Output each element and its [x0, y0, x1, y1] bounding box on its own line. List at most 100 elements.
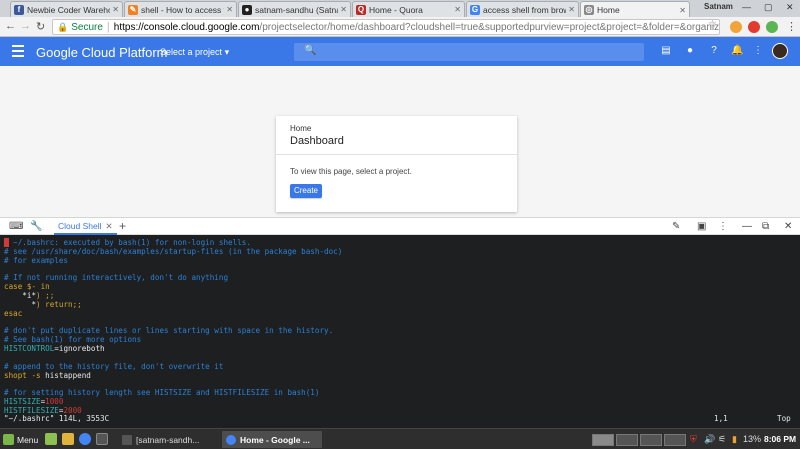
terminal-token: ~/.bashrc: executed by bash(1) for non-l… [8, 238, 251, 247]
minimize-icon[interactable]: — [742, 2, 751, 12]
tab-title: Newbie Coder Wareho [27, 4, 111, 15]
add-tab-icon[interactable]: + [119, 219, 126, 233]
terminal-window-icon [122, 434, 132, 445]
close-tab-icon[interactable]: ✕ [568, 5, 575, 14]
terminal[interactable]: █ ~/.bashrc: executed by bash(1) for non… [0, 235, 800, 428]
maximize-icon[interactable]: ▢ [764, 2, 773, 13]
breadcrumb[interactable]: Home [290, 124, 311, 133]
project-selector[interactable]: Select a project ▾ [160, 47, 229, 58]
extension-icon[interactable] [730, 21, 742, 33]
more-vert-icon[interactable]: ⋮ [718, 221, 728, 232]
close-shell-icon[interactable]: ✕ [784, 221, 792, 232]
terminal-token: shopt [4, 370, 27, 380]
terminal-launcher-icon[interactable] [96, 433, 108, 445]
tab-cloud-shell[interactable]: Cloud Shell ✕ [54, 218, 117, 235]
chrome-icon[interactable] [79, 433, 91, 445]
tab-title: Home - Quora [369, 4, 423, 15]
avatar[interactable] [772, 43, 788, 59]
browser-menu-icon[interactable]: ⋮ [786, 20, 797, 33]
browser-tab[interactable]: ◎ Home ✕ [580, 1, 690, 18]
terminal-token: # If not running interactively, don't do… [4, 273, 229, 283]
workspace-2[interactable] [616, 434, 638, 446]
close-tab-icon[interactable]: ✕ [454, 5, 461, 14]
battery-icon[interactable]: ▮ [732, 434, 737, 445]
web-preview-icon[interactable]: ▣ [697, 221, 706, 232]
browser-tab[interactable]: Gaccess shell from brow ✕ [466, 1, 579, 17]
alert-icon[interactable]: ● [684, 45, 696, 57]
tab-title: satnam-sandhu (Satnam [255, 4, 338, 15]
create-button[interactable]: Create [290, 184, 322, 198]
secure-label: Secure [71, 21, 103, 33]
back-icon[interactable]: ← [5, 20, 16, 32]
forward-icon[interactable]: → [20, 20, 31, 32]
select-project-message: To view this page, select a project. [290, 167, 412, 176]
minimize-panel-icon[interactable]: — [742, 221, 752, 232]
search-input[interactable]: 🔍 [294, 43, 644, 61]
browser-toolbar: ← → ↻ 🔒 Secure | https://console.cloud.g… [0, 17, 800, 37]
tab-label: Cloud Shell [58, 221, 102, 231]
tab-favicon-icon: ✎ [128, 4, 138, 15]
network-icon[interactable]: ⚟ [718, 434, 726, 445]
battery-percent: 13% [743, 434, 762, 444]
close-tab-icon[interactable]: ✕ [105, 221, 112, 231]
extension-icon[interactable] [766, 21, 778, 33]
close-tab-icon[interactable]: ✕ [226, 5, 233, 14]
terminal-token: # for setting history length see HISTSIZ… [4, 388, 320, 398]
close-tab-icon[interactable]: ✕ [340, 5, 347, 14]
browser-tab[interactable]: f Newbie Coder Wareho ✕ [10, 1, 123, 17]
vim-cursor-position: 1,1 [714, 414, 728, 423]
terminal-token: *i* [22, 291, 37, 301]
browser-tab[interactable]: Q Home - Quora ✕ [352, 1, 465, 17]
close-tab-icon[interactable]: ✕ [112, 5, 119, 14]
terminal-token: 1000 [45, 397, 64, 407]
shield-icon[interactable]: ⛨ [690, 434, 697, 445]
cloud-shell-icon[interactable]: ▤ [660, 45, 672, 57]
terminal-token: # for examples [4, 255, 69, 265]
window-user-name: Satnam [704, 2, 733, 11]
caret-down-icon: ▾ [224, 47, 230, 57]
tab-favicon-icon: G [470, 4, 480, 15]
taskbar-window-label: [satnam-sandh... [136, 434, 200, 445]
taskbar-window-button[interactable]: [satnam-sandh... [118, 431, 218, 448]
terminal-line: *) return;; [4, 300, 800, 310]
clock[interactable]: 8:06 PM [764, 434, 796, 444]
terminal-token: # don't put duplicate lines or lines sta… [4, 326, 334, 336]
terminal-token: # append to the history file, don't over… [4, 361, 224, 371]
terminal-line: # for setting history length see HISTSIZ… [4, 388, 800, 398]
workspace-3[interactable] [640, 434, 662, 446]
file-manager-icon[interactable] [62, 433, 74, 445]
extension-icon[interactable] [748, 21, 760, 33]
close-window-icon[interactable]: ✕ [786, 2, 794, 13]
edit-icon[interactable]: ✎ [672, 221, 680, 232]
close-tab-icon[interactable]: ✕ [679, 6, 686, 15]
hamburger-menu-icon[interactable] [12, 45, 24, 57]
tab-title: shell - How to access yo [141, 4, 225, 15]
workspace-1[interactable] [592, 434, 614, 446]
workspace-4[interactable] [664, 434, 686, 446]
more-vert-icon[interactable]: ⋮ [752, 45, 764, 57]
help-icon[interactable]: ? [708, 45, 720, 57]
wrench-icon[interactable]: 🔧 [30, 221, 42, 232]
browser-tab-strip: f Newbie Coder Wareho ✕ ✎ shell - How to acc… [0, 0, 800, 18]
address-bar[interactable]: 🔒 Secure | https://console.cloud.google.… [52, 19, 720, 35]
show-desktop-icon[interactable] [45, 433, 57, 445]
terminal-token: HISTSIZE [4, 397, 41, 407]
gcp-product-title[interactable]: Google Cloud Platform [36, 45, 168, 60]
volume-icon[interactable]: 🔊 [704, 434, 715, 445]
terminal-token: =ignoreboth [54, 344, 105, 354]
start-menu-button[interactable]: Menu [3, 432, 38, 447]
terminal-line: # See bash(1) for more options [4, 335, 800, 345]
open-new-window-icon[interactable]: ⧉ [762, 221, 769, 232]
tab-favicon-icon: ◎ [584, 5, 594, 15]
browser-tab[interactable]: ●satnam-sandhu (Satnam✕ [238, 1, 351, 17]
browser-tab[interactable]: ✎ shell - How to access yo ✕ [124, 1, 237, 17]
terminal-line: case $- in [4, 282, 800, 292]
tab-favicon-icon: ● [242, 4, 252, 15]
keyboard-icon[interactable]: ⌨ [9, 221, 23, 232]
taskbar-window-button[interactable]: Home - Google ... [222, 431, 322, 448]
reload-icon[interactable]: ↻ [36, 20, 45, 33]
project-selector-label: Select a project [160, 47, 223, 57]
terminal-line: *i*) ;; [4, 291, 800, 301]
notifications-icon[interactable]: 🔔 [731, 45, 743, 57]
bookmark-star-icon[interactable]: ☆ [708, 19, 717, 30]
